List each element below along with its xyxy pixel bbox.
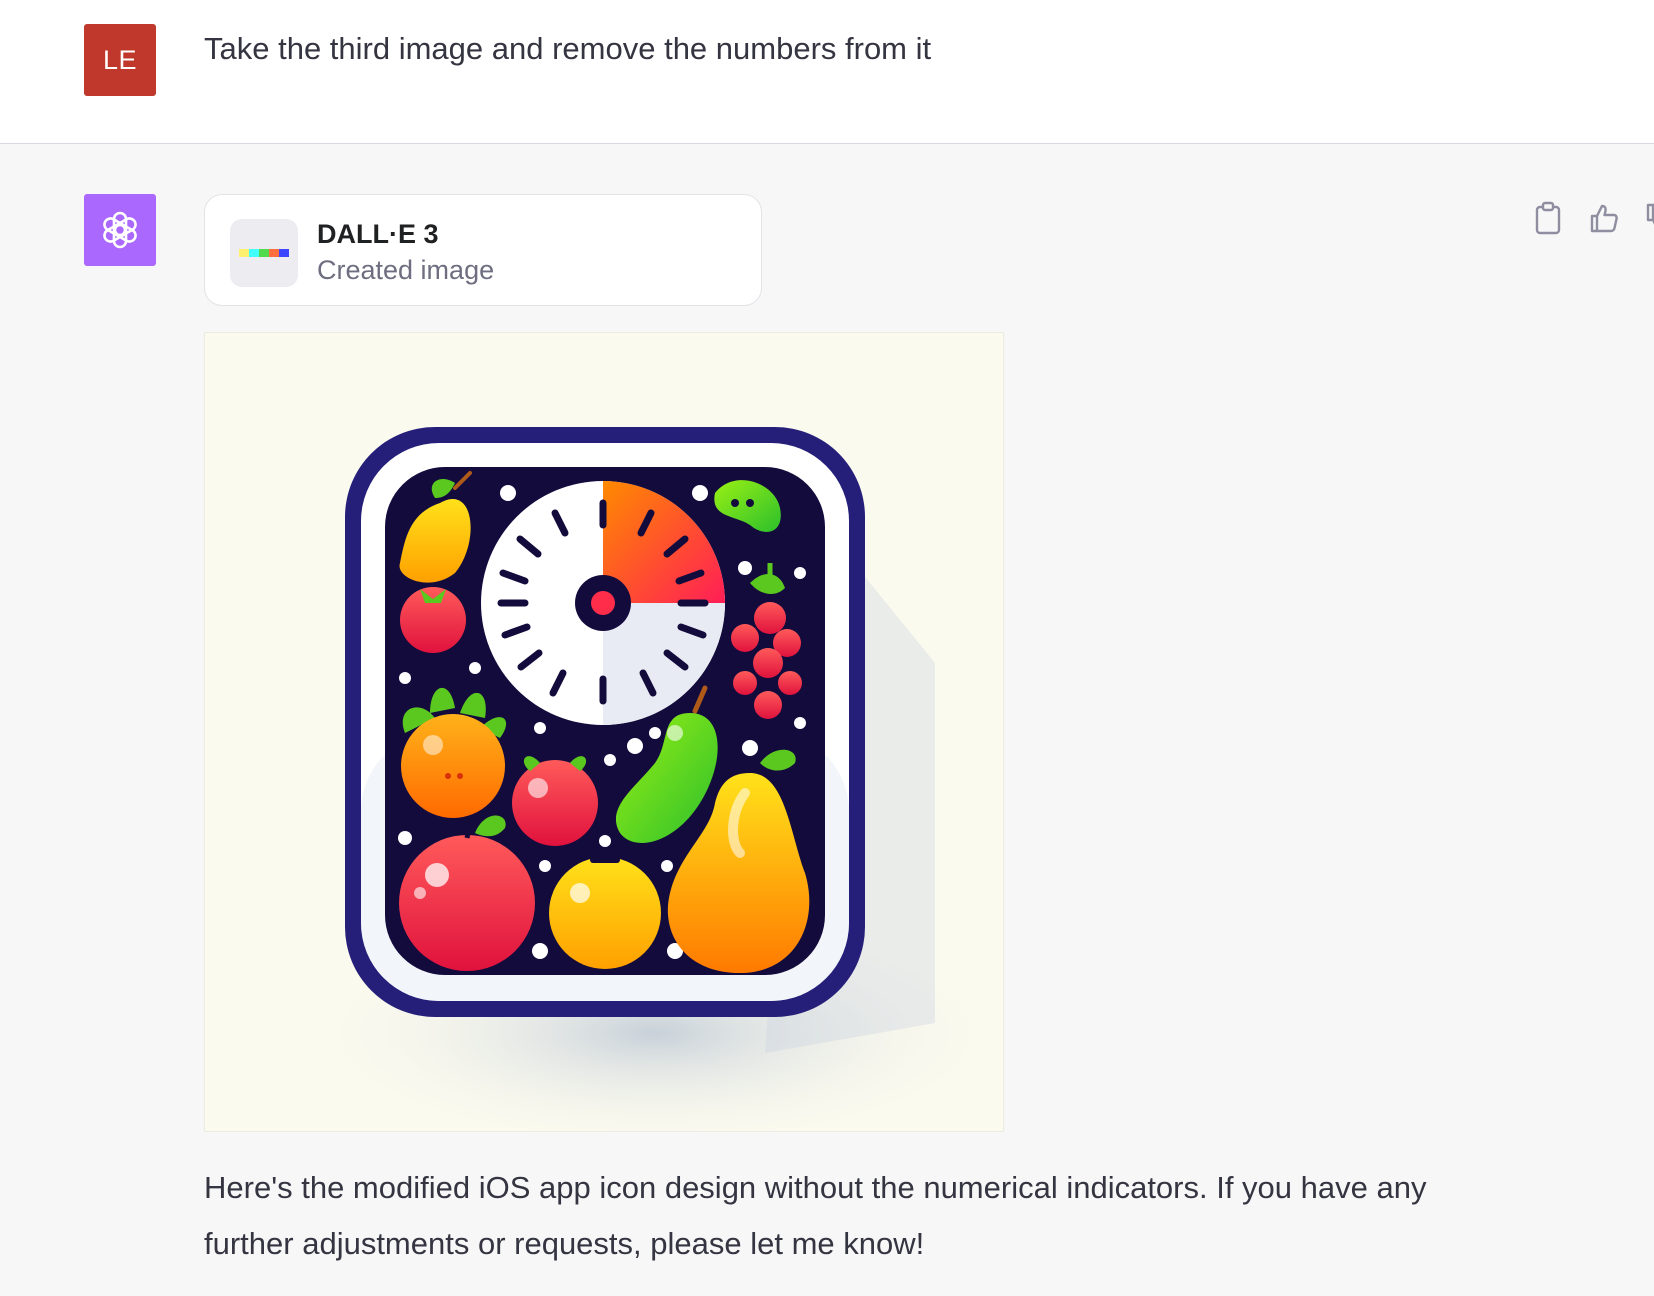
- thumbs-down-button[interactable]: [1642, 200, 1654, 236]
- user-message-row: LE Take the third image and remove the n…: [0, 0, 1654, 144]
- assistant-avatar: [84, 194, 156, 266]
- dalle-color-strip-icon: [230, 219, 298, 287]
- tool-status: Created image: [317, 255, 495, 285]
- assistant-response-text: Here's the modified iOS app icon design …: [204, 1170, 1427, 1261]
- message-actions: [1530, 200, 1654, 236]
- user-avatar: LE: [84, 24, 156, 96]
- thumbs-up-icon: [1590, 204, 1618, 233]
- copy-button[interactable]: [1530, 200, 1566, 236]
- clipboard-icon: [1535, 201, 1561, 235]
- tool-name: DALL·E 3: [317, 219, 439, 249]
- fruit-app-icon-image: [295, 427, 1003, 1131]
- thumbs-down-icon: [1646, 203, 1654, 225]
- thumbs-up-button[interactable]: [1586, 200, 1622, 236]
- user-message-text: Take the third image and remove the numb…: [204, 31, 932, 66]
- user-avatar-initials: LE: [102, 44, 138, 75]
- generated-image[interactable]: [204, 332, 1004, 1132]
- dalle-tool-card[interactable]: DALL·E 3 Created image: [204, 194, 762, 306]
- openai-logo-icon: [103, 211, 137, 249]
